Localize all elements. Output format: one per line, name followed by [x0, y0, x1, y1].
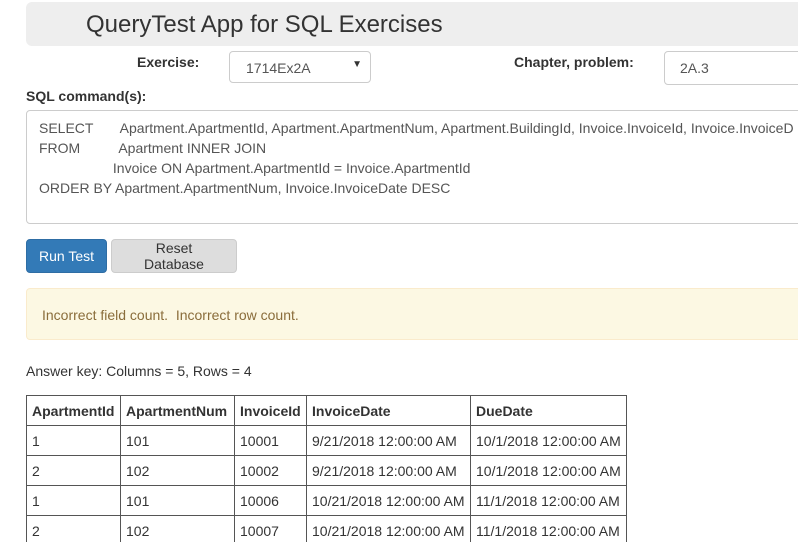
- result-alert: Incorrect field count. Incorrect row cou…: [26, 288, 798, 340]
- table-cell: 2: [26, 515, 121, 542]
- sql-command-textarea[interactable]: SELECT Apartment.ApartmentId, Apartment.…: [26, 110, 798, 224]
- chapter-label: Chapter, problem:: [514, 54, 634, 70]
- table-row: 2 102 10002 9/21/2018 12:00:00 AM 10/1/2…: [26, 455, 627, 486]
- table-row: 2 102 10007 10/21/2018 12:00:00 AM 11/1/…: [26, 515, 627, 542]
- table-cell: 10/21/2018 12:00:00 AM: [306, 515, 471, 542]
- table-cell: 101: [120, 485, 235, 516]
- sql-line: FROM Apartment INNER JOIN: [39, 140, 267, 156]
- table-cell: 10006: [234, 485, 307, 516]
- table-cell: 9/21/2018 12:00:00 AM: [306, 425, 471, 456]
- sql-label: SQL command(s):: [26, 88, 147, 104]
- column-header: InvoiceDate: [306, 395, 471, 426]
- run-test-button[interactable]: Run Test: [26, 239, 107, 273]
- table-cell: 11/1/2018 12:00:00 AM: [470, 515, 627, 542]
- table-cell: 10/21/2018 12:00:00 AM: [306, 485, 471, 516]
- column-header: ApartmentNum: [120, 395, 235, 426]
- table-cell: 11/1/2018 12:00:00 AM: [470, 485, 627, 516]
- table-header-row: ApartmentId ApartmentNum InvoiceId Invoi…: [26, 395, 627, 426]
- results-table: ApartmentId ApartmentNum InvoiceId Invoi…: [26, 395, 627, 542]
- table-cell: 1: [26, 485, 121, 516]
- column-header: InvoiceId: [234, 395, 307, 426]
- table-row: 1 101 10001 9/21/2018 12:00:00 AM 10/1/2…: [26, 425, 627, 456]
- sql-line: Invoice ON Apartment.ApartmentId = Invoi…: [39, 160, 471, 176]
- table-cell: 2: [26, 455, 121, 486]
- alert-message: Incorrect field count. Incorrect row cou…: [42, 307, 299, 323]
- chevron-down-icon: ▼: [352, 59, 362, 70]
- sql-line: ORDER BY Apartment.ApartmentNum, Invoice…: [39, 180, 451, 196]
- page: QueryTest App for SQL Exercises Exercise…: [0, 0, 798, 542]
- exercise-label: Exercise:: [137, 54, 200, 70]
- table-cell: 10001: [234, 425, 307, 456]
- column-header: DueDate: [470, 395, 627, 426]
- table-cell: 1: [26, 425, 121, 456]
- table-cell: 10002: [234, 455, 307, 486]
- table-cell: 10/1/2018 12:00:00 AM: [470, 455, 627, 486]
- table-row: 1 101 10006 10/21/2018 12:00:00 AM 11/1/…: [26, 485, 627, 516]
- table-cell: 102: [120, 515, 235, 542]
- answer-key-text: Answer key: Columns = 5, Rows = 4: [26, 363, 252, 379]
- table-cell: 102: [120, 455, 235, 486]
- sql-line: SELECT Apartment.ApartmentId, Apartment.…: [39, 120, 794, 136]
- table-cell: 101: [120, 425, 235, 456]
- page-title: QueryTest App for SQL Exercises: [86, 11, 443, 38]
- exercise-select[interactable]: 1714Ex2A ▼: [229, 51, 371, 83]
- table-cell: 10/1/2018 12:00:00 AM: [470, 425, 627, 456]
- reset-database-button[interactable]: Reset Database: [111, 239, 237, 273]
- page-header: QueryTest App for SQL Exercises: [26, 2, 798, 46]
- table-cell: 10007: [234, 515, 307, 542]
- column-header: ApartmentId: [26, 395, 121, 426]
- exercise-select-value: 1714Ex2A: [246, 60, 311, 76]
- table-cell: 9/21/2018 12:00:00 AM: [306, 455, 471, 486]
- chapter-problem-input[interactable]: [664, 51, 798, 85]
